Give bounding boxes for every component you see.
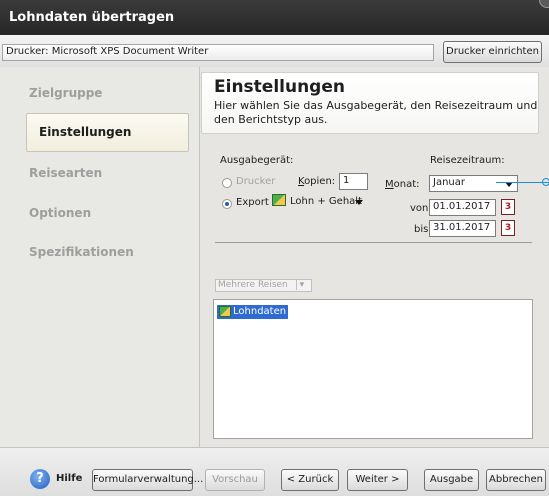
calendar-icon[interactable]: 3 [501,220,515,236]
copies-label: Kopien: [298,176,336,187]
month-value: Januar [433,177,465,188]
list-item-label: Lohndaten [233,306,287,317]
copies-input[interactable]: 1 [339,173,368,190]
to-date-input[interactable]: 31.01.2017 [429,220,496,237]
chevron-down-icon [355,200,363,205]
payroll-export-icon [272,194,286,206]
form-management-button[interactable]: Formularverwaltung... [92,469,203,491]
month-label: Monat: [385,179,420,190]
sidebar-item-zielgruppe[interactable]: Zielgruppe [29,86,102,100]
period-label: Reisezeitraum: [430,155,505,166]
sidebar-item-optionen[interactable]: Optionen [29,206,91,220]
window-title: Lohndaten übertragen [9,10,175,25]
page-description: Hier wählen Sie das Ausgabegerät, den Re… [214,99,538,126]
multiple-trips-button[interactable]: Mehrere Reisen ▾ [215,279,312,292]
from-date-input[interactable]: 01.01.2017 [429,199,496,216]
section-divider [215,242,532,243]
printer-bar: Drucker: Microsoft XPS Document Writer D… [0,35,549,67]
sidebar-item-label: Einstellungen [39,125,132,139]
output-button[interactable]: Ausgabe [424,469,479,491]
printer-radio[interactable] [222,178,232,188]
printer-radio-label: Drucker [236,176,276,187]
multiple-trips-label: Mehrere Reisen [218,280,288,290]
report-list[interactable]: Lohndaten [213,299,533,439]
payroll-report-icon [219,306,231,317]
export-radio-label: Export [236,197,269,208]
export-format-select[interactable]: Lohn + Gehalt [272,193,368,211]
export-radio[interactable] [222,199,232,209]
calendar-icon[interactable]: 3 [501,199,515,215]
sidebar-item-spezifikationen[interactable]: Spezifikationen [29,245,134,259]
sidebar-item-einstellungen[interactable]: Einstellungen [26,113,189,152]
copies-label-text: opien: [304,176,336,187]
back-button[interactable]: < Zurück [281,469,339,491]
page-title: Einstellungen [214,77,345,97]
printer-setup-button[interactable]: Drucker einrichten [443,41,542,63]
printer-field: Drucker: Microsoft XPS Document Writer [2,44,434,61]
chevron-down-icon: ▾ [295,280,305,290]
next-button[interactable]: Weiter > [347,469,408,491]
help-icon[interactable]: ? [30,469,50,489]
page-header: Einstellungen Hier wählen Sie das Ausgab… [201,72,539,134]
callout-marker [542,178,549,186]
cancel-button[interactable]: Abbrechen [486,469,546,491]
preview-button[interactable]: Vorschau [205,469,265,491]
output-device-label: Ausgabegerät: [220,155,294,166]
sidebar-item-reisearten[interactable]: Reisearten [29,166,102,180]
list-item[interactable]: Lohndaten [217,305,289,319]
month-select[interactable]: Januar [429,175,518,192]
month-label-text: onat: [393,179,420,190]
help-label[interactable]: Hilfe [56,473,82,484]
export-format-value: Lohn + Gehalt [290,196,362,207]
window-titlebar: Lohndaten übertragen [0,0,549,35]
